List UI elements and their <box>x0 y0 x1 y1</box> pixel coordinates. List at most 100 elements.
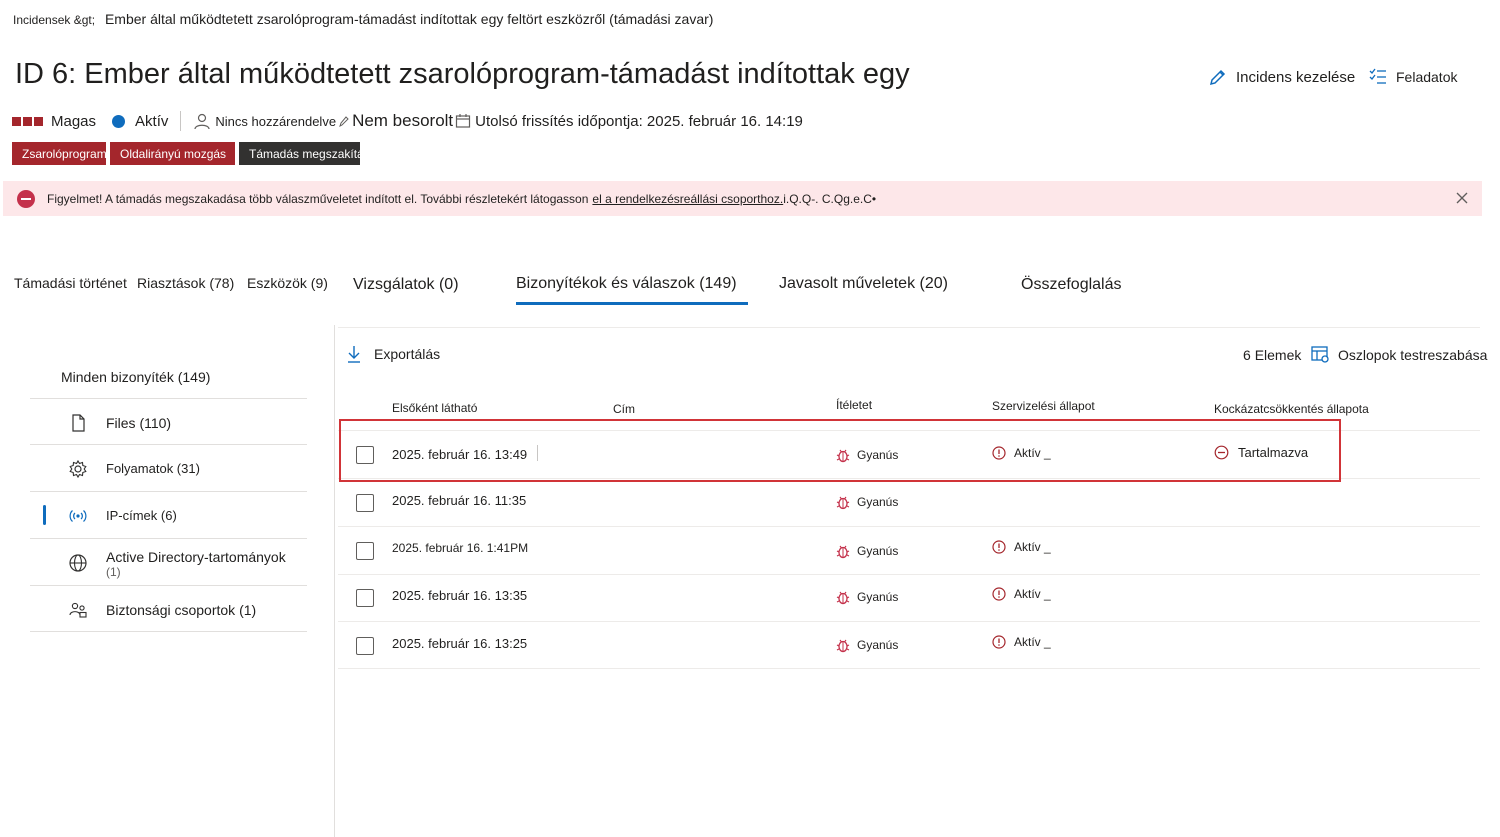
table-row[interactable]: 2025. február 16. 1:41PM Gyanús Aktív _ <box>338 527 1480 575</box>
export-label: Exportálás <box>374 346 441 362</box>
edit-pencil-icon <box>339 116 349 127</box>
row-remediation-status: Aktív _ <box>992 635 1051 649</box>
row-verdict: Gyanús <box>836 543 898 559</box>
row-remediation-status: Aktív _ <box>992 540 1051 554</box>
verdict-label: Gyanús <box>857 590 899 604</box>
tab-attack-story[interactable]: Támadási történet <box>14 275 127 309</box>
table-row[interactable]: 2025. február 16. 11:35 Gyanús <box>338 479 1480 527</box>
meta-separator <box>180 111 182 131</box>
bug-icon <box>836 545 850 559</box>
remediation-status-label: Aktív _ <box>1014 587 1051 601</box>
tab-label: Összefoglalás <box>1021 276 1122 293</box>
items-count-value: 6 <box>1243 347 1251 363</box>
tasks-button[interactable]: Feladatok <box>1368 67 1457 87</box>
person-icon <box>194 113 210 130</box>
row-first-seen: 2025. február 16. 11:35 <box>392 493 527 508</box>
classification-label[interactable]: Nem besorolt <box>352 111 453 131</box>
pencil-icon <box>1209 69 1226 86</box>
row-verdict: Gyanús <box>836 494 898 510</box>
remediation-status-label: Aktív _ <box>1014 635 1051 649</box>
tag-lateral-movement[interactable]: Oldalirányú mozgás <box>110 142 235 165</box>
tab-recommended-actions[interactable]: Javasolt műveletek (20) <box>779 275 948 309</box>
customize-columns-icon <box>1311 346 1329 363</box>
table-row[interactable]: 2025. február 16. 13:35 Gyanús Aktív _ <box>338 574 1480 622</box>
tag-ransomware[interactable]: Zsarolóprogram <box>12 142 106 165</box>
table-row[interactable]: 2025. február 16. 13:25 Gyanús Aktív _ <box>338 621 1480 669</box>
evidence-item-processes[interactable]: Folyamatok (31) <box>30 444 307 491</box>
column-header-verdict[interactable]: Ítéletet <box>836 398 872 412</box>
alert-circle-icon <box>992 540 1006 554</box>
evidence-item-label: Folyamatok (31) <box>106 461 200 476</box>
evidence-item-files[interactable]: Files (110) <box>30 398 307 445</box>
evidence-item-count: (1) <box>106 565 121 579</box>
tasks-label: Feladatok <box>1396 69 1458 85</box>
tab-label: Támadási történet <box>14 275 127 291</box>
gear-icon <box>69 459 87 479</box>
row-remediation-status: Aktív _ <box>992 587 1051 601</box>
evidence-item-ad-domains[interactable]: Active Directory-tartományok (1) <box>30 538 307 585</box>
manage-incident-button[interactable]: Incidens kezelése <box>1208 67 1355 87</box>
assigned-label[interactable]: Nincs hozzárendelve <box>215 114 336 129</box>
tab-alerts[interactable]: Riasztások (78) <box>137 275 234 309</box>
row-checkbox[interactable] <box>356 542 374 560</box>
evidence-item-label: IP-címek (6) <box>106 508 177 523</box>
tab-devices[interactable]: Eszközök (9) <box>247 275 328 309</box>
column-header-remediation-status[interactable]: Szervizelési állapot <box>992 399 1095 413</box>
people-icon <box>69 602 87 618</box>
bug-icon <box>836 591 850 605</box>
bug-icon <box>836 496 850 510</box>
file-icon <box>72 414 85 432</box>
banner-link[interactable]: el a rendelkezésreállási csoporthoz. <box>592 192 783 206</box>
export-button[interactable]: Exportálás <box>346 345 440 363</box>
row-first-seen: 2025. február 16. 1:41PM <box>392 541 529 555</box>
evidence-item-security-groups[interactable]: Biztonsági csoportok (1) <box>30 585 307 632</box>
evidence-item-ip-addresses[interactable]: IP-címek (6) <box>30 491 307 538</box>
tab-evidence-and-response[interactable]: Bizonyítékok és válaszok (149) <box>516 275 748 305</box>
severity-bars-icon <box>12 116 43 126</box>
error-icon <box>17 189 35 208</box>
close-icon[interactable] <box>1454 190 1470 206</box>
calendar-icon <box>456 114 471 128</box>
breadcrumb-incidents-link[interactable]: Incidensek &gt; <box>13 13 95 27</box>
row-checkbox[interactable] <box>356 494 374 512</box>
status-label: Aktív <box>135 112 169 130</box>
all-evidence-item[interactable]: Minden bizonyíték (149) <box>61 369 210 385</box>
download-icon <box>348 346 360 363</box>
content-top-divider <box>338 327 1480 328</box>
tab-label: Eszközök (9) <box>247 275 328 291</box>
last-update-label: Utolsó frissítés időpontja: 2025. februá… <box>475 112 803 130</box>
broadcast-icon <box>69 510 87 522</box>
manage-incident-label: Incidens kezelése <box>1236 68 1356 86</box>
warning-banner: Figyelmet! A támadás megszakadása több v… <box>3 181 1482 216</box>
tag-attack-disruption[interactable]: Támadás megszakítás <box>239 142 360 165</box>
status-dot-icon <box>112 114 126 128</box>
row-first-seen: 2025. február 16. 13:35 <box>392 588 528 603</box>
tab-label: Javasolt műveletek (20) <box>779 275 948 292</box>
column-header-mitigation-status[interactable]: Kockázatcsökkentés állapota <box>1214 402 1369 416</box>
incident-tags: Zsarolóprogram Oldalirányú mozgás Támadá… <box>12 142 360 165</box>
customize-columns-label: Oszlopok testreszabása <box>1338 346 1488 363</box>
items-count: 6 Elemek <box>1243 347 1301 363</box>
tab-investigations[interactable]: Vizsgálatok (0) <box>353 276 459 310</box>
panel-vertical-divider <box>334 325 335 837</box>
row-checkbox[interactable] <box>356 637 374 655</box>
alert-circle-icon <box>992 635 1006 649</box>
tab-summary[interactable]: Összefoglalás <box>1021 276 1122 310</box>
row-verdict: Gyanús <box>836 637 898 653</box>
globe-icon <box>69 554 87 572</box>
row-first-seen: 2025. február 16. 13:25 <box>392 636 528 651</box>
column-header-title[interactable]: Cím <box>613 402 635 416</box>
customize-columns-button[interactable]: Oszlopok testreszabása <box>1311 345 1487 364</box>
breadcrumb-current: Ember által működtetett zsarolóprogram-t… <box>104 11 714 27</box>
incident-meta: Magas Aktív Nincs hozzárendelve Nem beso… <box>12 108 803 134</box>
panel-divider <box>30 631 307 632</box>
column-header-first-seen[interactable]: Elsőként látható <box>392 401 477 415</box>
row-checkbox[interactable] <box>356 589 374 607</box>
task-list-icon <box>1369 68 1386 84</box>
verdict-label: Gyanús <box>857 495 899 509</box>
evidence-item-label: Biztonsági csoportok (1) <box>106 602 257 618</box>
row-highlight-box <box>339 419 1341 482</box>
alert-circle-icon <box>992 587 1006 601</box>
page-title: ID 6: Ember által működtetett zsarolópro… <box>15 58 910 90</box>
tab-label: Riasztások (78) <box>137 275 235 291</box>
